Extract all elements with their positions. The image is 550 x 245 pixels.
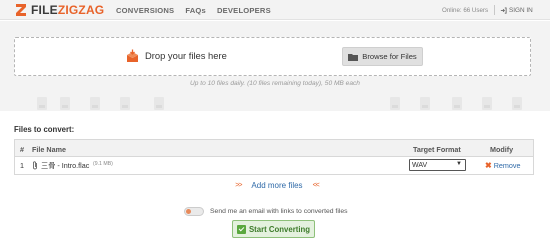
signin-label: SIGN IN: [509, 6, 533, 14]
filezigzag-logo-icon: [14, 3, 28, 17]
doc-watermark-icon: [154, 97, 164, 110]
doc-watermark-icon: [90, 97, 100, 110]
doc-watermark-icon: [452, 97, 462, 110]
file-size: (9.1 MB): [93, 161, 113, 167]
email-label: Send me an email with links to converted…: [210, 207, 348, 215]
online-users: Online: 66 Users: [442, 6, 489, 14]
remove-x-icon: ✖: [485, 161, 492, 170]
file-name: 三骨 - Intro.flac: [41, 161, 90, 170]
top-bar: FILEZIGZAG CONVERSIONS FAQs DEVELOPERS O…: [0, 0, 550, 20]
header-divider: [494, 5, 495, 15]
remove-label: Remove: [493, 161, 521, 170]
main-nav: CONVERSIONS FAQs DEVELOPERS: [116, 0, 271, 20]
paperclip-icon: [32, 161, 38, 172]
doc-watermark-icon: [482, 97, 492, 110]
table-header: # File Name Target Format Modify: [15, 140, 533, 157]
add-more-label: Add more files: [251, 180, 303, 190]
double-chevron-left-icon: <<: [312, 181, 320, 189]
drop-label: Drop your files here: [145, 50, 227, 61]
logo[interactable]: FILEZIGZAG: [14, 2, 104, 18]
col-file-name: File Name: [32, 145, 66, 154]
logo-text: FILEZIGZAG: [31, 3, 105, 17]
browse-label: Browse for Files: [362, 52, 417, 61]
add-more-files[interactable]: >> Add more files <<: [222, 180, 332, 190]
files-table: # File Name Target Format Modify 1 三骨 - …: [14, 139, 534, 175]
col-index: #: [20, 145, 24, 154]
upload-box-icon: [125, 49, 140, 64]
doc-watermark-icon: [60, 97, 70, 110]
chevron-down-icon: ▼: [456, 161, 462, 167]
nav-developers[interactable]: DEVELOPERS: [217, 6, 271, 15]
start-label: Start Converting: [248, 224, 311, 234]
doc-watermark-icon: [390, 97, 400, 110]
signin-icon: [500, 6, 507, 14]
start-converting-button[interactable]: Start Converting: [232, 220, 315, 238]
remove-button[interactable]: ✖ Remove: [485, 161, 520, 170]
nav-conversions[interactable]: CONVERSIONS: [116, 6, 174, 15]
row-index: 1: [20, 161, 24, 170]
email-toggle[interactable]: [184, 206, 204, 216]
double-chevron-right-icon: >>: [235, 181, 242, 189]
drop-zone[interactable]: Drop your files here Browse for Files: [14, 37, 531, 76]
doc-watermark-icon: [120, 97, 130, 110]
folder-icon: [348, 53, 359, 61]
signin-link[interactable]: SIGN IN: [500, 0, 533, 20]
col-modify: Modify: [490, 145, 514, 154]
doc-watermark-icon: [420, 97, 430, 110]
selected-format: WAV: [412, 161, 428, 169]
table-row: 1 三骨 - Intro.flac (9.1 MB) WAV ▼ ✖ Remov…: [15, 157, 533, 174]
files-title: Files to convert:: [14, 125, 75, 134]
check-icon: [236, 224, 246, 234]
browse-button[interactable]: Browse for Files: [342, 47, 423, 66]
doc-watermark-icon: [37, 97, 47, 110]
doc-watermark-icon: [512, 97, 522, 110]
nav-faqs[interactable]: FAQs: [185, 6, 206, 15]
email-option: Send me an email with links to converted…: [184, 206, 348, 216]
col-target-format: Target Format: [413, 145, 461, 154]
upload-limit-note: Up to 10 files daily. (10 files remainin…: [190, 80, 360, 87]
target-format-select[interactable]: WAV ▼: [409, 159, 466, 171]
